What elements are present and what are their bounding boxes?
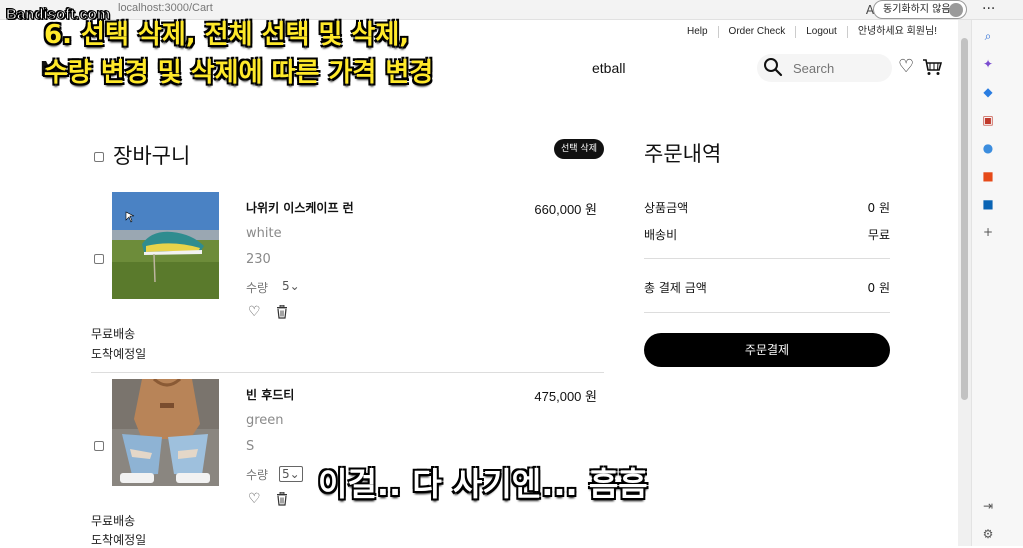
summary-divider bbox=[644, 312, 890, 313]
total-amount-label: 총 결제 금액 bbox=[644, 281, 707, 295]
product-name[interactable]: 나위키 이스케이프 런 bbox=[246, 199, 354, 216]
product-price: 475,000 원 bbox=[534, 389, 597, 404]
order-summary-title: 주문내역 bbox=[644, 142, 722, 166]
sync-profile-button[interactable]: 동기화하지 않음 bbox=[873, 0, 967, 19]
page-scrollbar[interactable] bbox=[958, 20, 971, 546]
product-color: white bbox=[246, 226, 282, 241]
select-all-checkbox[interactable] bbox=[94, 152, 104, 162]
games-icon[interactable]: ● bbox=[980, 140, 996, 156]
shopping-tag-icon[interactable]: ◆ bbox=[980, 84, 996, 100]
trash-icon[interactable] bbox=[276, 492, 288, 506]
product-size: S bbox=[246, 439, 255, 454]
greeting-text: 안녕하세요 회원님! bbox=[857, 26, 937, 37]
shipping-fee-value: 무료 bbox=[867, 228, 890, 242]
help-link[interactable]: Help bbox=[677, 26, 719, 38]
quantity-select[interactable]: 5⌄ bbox=[279, 466, 303, 482]
chevron-down-icon: ⌄ bbox=[289, 279, 300, 293]
address-bar[interactable]: localhost:3000/Cart bbox=[118, 2, 213, 14]
product-name[interactable]: 빈 후드티 bbox=[246, 386, 294, 403]
add-icon[interactable]: + bbox=[980, 224, 996, 240]
caption-title-line-2: 수량 변경 및 삭제에 따른 가격 변경 bbox=[44, 58, 434, 88]
utility-nav: Help Order Check Logout 안녕하세요 회원님! bbox=[677, 26, 937, 38]
edge-sidebar: ⌕ ✦ ◆ ▣ ● ■ ■ + ⇥ ⚙ bbox=[971, 20, 1023, 546]
quantity-label: 수량 bbox=[246, 281, 269, 295]
outlook-icon[interactable]: ■ bbox=[980, 196, 996, 212]
product-size: 230 bbox=[246, 252, 271, 267]
sync-label: 동기화하지 않음 bbox=[883, 4, 951, 15]
product-image-hoodie[interactable] bbox=[112, 379, 219, 486]
copilot-icon[interactable]: ✦ bbox=[980, 56, 996, 72]
cart-icon[interactable] bbox=[922, 58, 942, 76]
logout-link[interactable]: Logout bbox=[796, 26, 848, 38]
sneaker-photo bbox=[112, 192, 219, 299]
product-image-sneaker[interactable] bbox=[112, 192, 219, 299]
quantity-value: 5 bbox=[282, 279, 290, 293]
chevron-down-icon: ⌄ bbox=[289, 467, 300, 481]
caption-subtitle: 이걸.. 다 사기엔... 흠흠 bbox=[318, 465, 648, 503]
office-icon[interactable]: ■ bbox=[980, 168, 996, 184]
summary-divider bbox=[644, 258, 890, 259]
more-menu-icon[interactable]: ··· bbox=[982, 1, 995, 17]
item-checkbox[interactable] bbox=[94, 441, 104, 451]
quantity-label: 수량 bbox=[246, 468, 269, 482]
scrollbar-thumb[interactable] bbox=[961, 38, 968, 400]
trash-icon[interactable] bbox=[276, 305, 288, 319]
product-amount-label: 상품금액 bbox=[644, 201, 689, 215]
product-color: green bbox=[246, 413, 284, 428]
search-input[interactable] bbox=[793, 59, 883, 77]
cart-title: 장바구니 bbox=[113, 144, 191, 168]
shipping-info: 무료배송 bbox=[91, 514, 136, 528]
arrival-date-label: 도착예정일 bbox=[91, 347, 147, 361]
product-amount-value: 0 원 bbox=[867, 201, 891, 215]
wishlist-heart-icon[interactable]: ♡ bbox=[898, 58, 914, 76]
item-divider bbox=[91, 372, 604, 373]
settings-gear-icon[interactable]: ⚙ bbox=[980, 526, 996, 542]
item-checkbox[interactable] bbox=[94, 254, 104, 264]
search-bar[interactable] bbox=[757, 54, 892, 82]
checkout-button[interactable]: 주문결제 bbox=[644, 333, 890, 367]
nav-item-basketball[interactable]: etball bbox=[592, 60, 625, 76]
order-check-link[interactable]: Order Check bbox=[719, 26, 797, 38]
wishlist-heart-icon[interactable]: ♡ bbox=[248, 304, 261, 320]
profile-avatar bbox=[949, 3, 963, 17]
sidebar-collapse-icon[interactable]: ⇥ bbox=[980, 498, 996, 514]
shipping-fee-label: 배송비 bbox=[644, 228, 678, 242]
tools-icon[interactable]: ▣ bbox=[980, 112, 996, 128]
quantity-value: 5 bbox=[282, 467, 290, 481]
wishlist-heart-icon[interactable]: ♡ bbox=[248, 491, 261, 507]
product-price: 660,000 원 bbox=[534, 202, 597, 217]
hoodie-photo bbox=[112, 379, 219, 486]
total-amount-value: 0 원 bbox=[867, 281, 891, 295]
search-icon[interactable]: ⌕ bbox=[980, 28, 996, 44]
search-icon[interactable] bbox=[762, 56, 784, 78]
caption-title-line-1: 6. 선택 삭제, 전체 선택 및 삭제, bbox=[44, 20, 410, 50]
delete-selected-button[interactable]: 선택 삭제 bbox=[554, 139, 604, 159]
shipping-info: 무료배송 bbox=[91, 327, 136, 341]
arrival-date-label: 도착예정일 bbox=[91, 533, 147, 547]
quantity-select[interactable]: 5⌄ bbox=[282, 279, 300, 293]
